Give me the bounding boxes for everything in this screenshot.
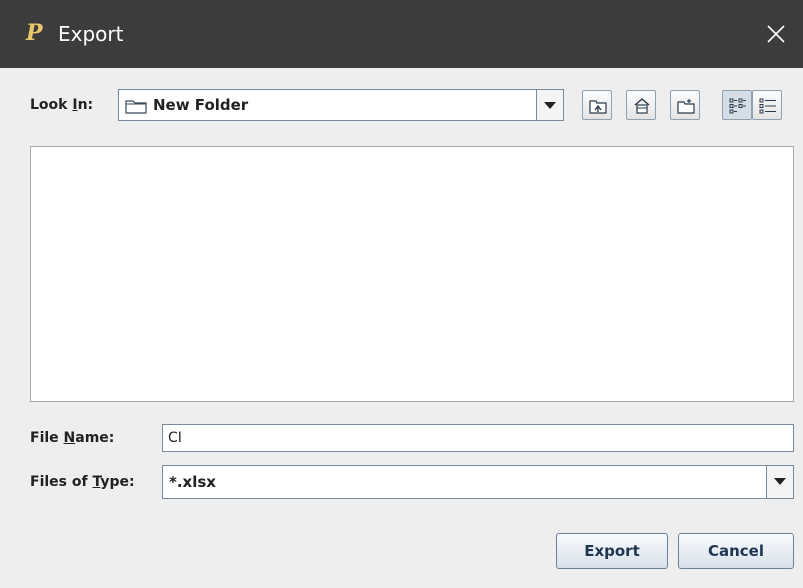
files-of-type-select[interactable]: *.xlsx (162, 465, 794, 499)
look-in-select[interactable]: New Folder (118, 89, 564, 121)
look-in-label: Look In: (30, 97, 94, 113)
home-icon (634, 98, 650, 114)
title-bar: P Export (0, 0, 803, 68)
list-view-icon (729, 98, 746, 114)
up-folder-icon (589, 100, 607, 114)
file-name-label: File Name: (30, 430, 115, 446)
details-view-icon (759, 98, 776, 114)
close-icon (767, 25, 785, 43)
new-folder-button[interactable] (670, 90, 700, 120)
chevron-down-icon[interactable] (766, 466, 793, 498)
files-of-type-label: Files of Type: (30, 474, 135, 490)
up-folder-button[interactable] (582, 90, 612, 120)
chevron-down-icon[interactable] (536, 90, 563, 120)
export-button[interactable]: Export (556, 533, 668, 569)
files-of-type-value: *.xlsx (169, 473, 216, 491)
details-view-button[interactable] (752, 90, 782, 120)
new-folder-icon (677, 99, 695, 114)
window-title: Export (58, 22, 124, 46)
file-name-input[interactable] (162, 424, 794, 452)
list-view-button[interactable] (722, 90, 752, 120)
home-button[interactable] (626, 90, 656, 120)
close-button[interactable] (760, 18, 792, 50)
file-list[interactable] (30, 146, 794, 402)
look-in-value: New Folder (153, 96, 249, 114)
app-logo-icon: P (26, 20, 43, 46)
folder-icon (125, 100, 147, 114)
cancel-button[interactable]: Cancel (678, 533, 794, 569)
